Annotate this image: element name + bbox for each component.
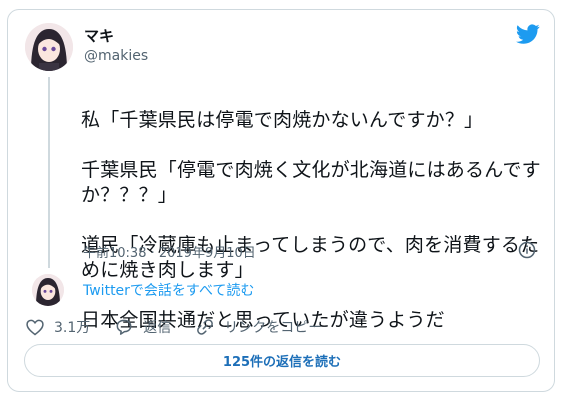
read-replies-label: 125件の返信を読む [222, 355, 342, 370]
like-count: 3.1万 [54, 320, 91, 336]
copy-link-button[interactable]: リンクをコピー [195, 317, 322, 337]
info-icon[interactable] [518, 241, 536, 259]
read-replies-button[interactable]: 125件の返信を読む [24, 344, 540, 377]
reply-label: 返信 [143, 320, 172, 336]
link-icon [197, 319, 214, 335]
copy-link-label: リンクをコピー [224, 320, 323, 336]
like-button[interactable]: 3.1万 [25, 317, 90, 337]
tweet-actions: 3.1万 返信 リンクをコピー [25, 316, 346, 338]
author-handle[interactable]: @makies [84, 48, 148, 64]
tweet-card: マキ @makies 私「千葉県民は停電で肉焼かないんですか？」 千葉県民「停電… [7, 9, 555, 392]
tweet-timestamp[interactable]: 午前10:38 · 2019年9月10日 [83, 242, 256, 261]
tweet-line: 千葉県民「停電で肉焼く文化が北海道にはあるんですか？？？」 [81, 159, 541, 206]
author-name[interactable]: マキ [84, 25, 114, 46]
reply-icon [116, 319, 132, 335]
thread-line [48, 77, 50, 268]
author-avatar[interactable] [25, 23, 73, 71]
twitter-bird-icon[interactable] [516, 22, 540, 46]
reply-button[interactable]: 返信 [114, 317, 171, 337]
heart-icon [26, 319, 44, 336]
thread-avatar[interactable] [32, 274, 64, 306]
read-conversation-link[interactable]: Twitterで会話をすべて読む [83, 280, 254, 300]
tweet-line: 私「千葉県民は停電で肉焼かないんですか？」 [81, 109, 484, 131]
